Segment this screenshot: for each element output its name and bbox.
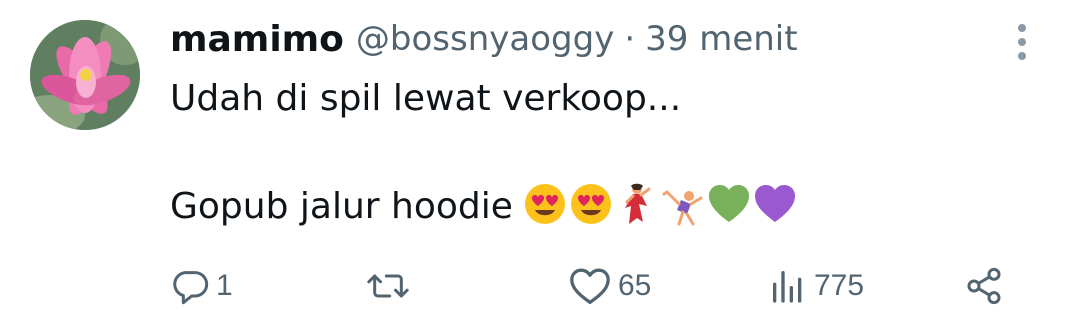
emoji-row bbox=[523, 182, 797, 226]
share-icon bbox=[967, 267, 1001, 305]
more-vertical-icon bbox=[1018, 24, 1026, 60]
dancer-emoji bbox=[624, 183, 651, 224]
like-count: 65 bbox=[618, 269, 652, 302]
action-bar: 1 65 775 bbox=[170, 258, 1040, 314]
more-options-button[interactable] bbox=[1000, 20, 1044, 64]
views-count: 775 bbox=[814, 269, 865, 302]
reply-icon bbox=[173, 271, 209, 305]
user-handle[interactable]: @bossnyaoggy bbox=[356, 19, 614, 59]
like-icon bbox=[570, 268, 610, 304]
share-button[interactable] bbox=[964, 258, 1004, 314]
views-icon bbox=[773, 271, 802, 303]
heart-eyes-emoji bbox=[524, 184, 565, 224]
display-name[interactable]: mamimo bbox=[170, 19, 344, 60]
tweet-text: Udah di spil lewat verkoop... Gopub jalu… bbox=[170, 72, 1050, 234]
like-button[interactable]: 65 bbox=[568, 258, 651, 314]
timestamp[interactable]: 39 menit bbox=[645, 19, 797, 59]
purple-heart-emoji bbox=[754, 185, 795, 222]
retweet-button[interactable] bbox=[366, 258, 416, 314]
views-button[interactable]: 775 bbox=[768, 258, 864, 314]
green-heart-emoji bbox=[708, 185, 749, 222]
reply-button[interactable]: 1 bbox=[170, 258, 233, 314]
heart-eyes-emoji bbox=[570, 184, 611, 224]
tweet: mamimo @bossnyaoggy · 39 menit Udah di s… bbox=[0, 0, 1077, 334]
reply-count: 1 bbox=[216, 269, 233, 302]
retweet-icon bbox=[367, 274, 409, 298]
tweet-header: mamimo @bossnyaoggy · 39 menit bbox=[170, 14, 798, 64]
avatar[interactable] bbox=[30, 20, 140, 130]
lotus-flower-avatar-image bbox=[30, 20, 140, 130]
cartwheel-emoji bbox=[662, 190, 703, 226]
separator-dot: · bbox=[624, 19, 636, 59]
